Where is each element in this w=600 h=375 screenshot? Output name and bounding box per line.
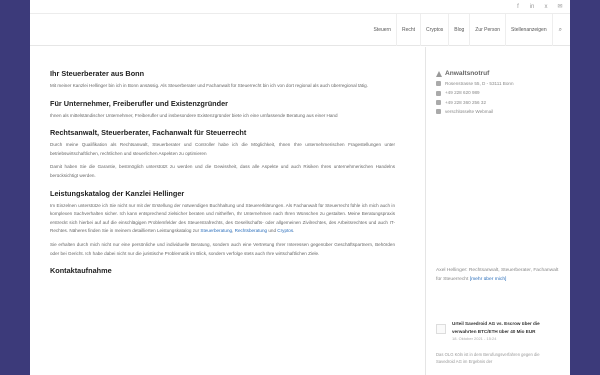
phone-text[interactable]: +49 228 620 989 — [445, 88, 480, 97]
main-content: Ihr Steuerberater aus Bonn Mit meiner Ka… — [50, 69, 395, 275]
lock-icon — [436, 109, 441, 115]
nav-item-blog[interactable]: Blog — [448, 13, 469, 46]
sidebar-news-item[interactable]: Urteil Savedroid AG vs. Escrow über die … — [436, 320, 564, 342]
top-bar: f in x ✉ — [30, 0, 570, 14]
link-cryptos[interactable]: Cryptos — [277, 228, 293, 233]
heading-kontaktaufnahme: Kontaktaufnahme — [50, 266, 112, 276]
webmail-row[interactable]: verschlüsselte Webmail — [436, 107, 564, 116]
nav-item-cryptos[interactable]: Cryptos — [420, 13, 448, 46]
nav-item-steuern[interactable]: Steuern — [368, 14, 396, 46]
sidebar-title: Anwaltsnotruf — [436, 69, 564, 79]
address-row: Rosenstrasse 55, D - 53111 Bonn — [436, 79, 564, 88]
paragraph-leistungen: Im Einzelnen unterstütze ich Sie nicht n… — [50, 202, 395, 236]
header: Steuern Recht Cryptos Blog Zur Person St… — [30, 13, 570, 46]
sidebar-bio: Axel Hellinger: Rechtsanwalt, Steuerbera… — [436, 266, 561, 285]
webmail-link[interactable]: verschlüsselte Webmail — [445, 107, 493, 116]
search-icon[interactable]: ⌕ — [551, 13, 562, 46]
phone-icon — [436, 90, 441, 96]
paragraph-dot: . — [293, 228, 295, 234]
news-thumbnail[interactable] — [436, 324, 446, 334]
news-date: 18. Oktober 2021 - 15:24 — [452, 336, 497, 342]
paragraph-vertretung: Sie erhalten durch mich nicht nur eine p… — [50, 241, 395, 256]
main-nav: Steuern Recht Cryptos Blog Zur Person St… — [368, 13, 562, 46]
link-mehr-ueber-mich[interactable]: [mehr über mich] — [470, 277, 507, 282]
column-divider — [425, 47, 426, 375]
heading-steuerberater-bonn: Ihr Steuerberater aus Bonn — [50, 69, 145, 78]
heading-unternehmer: Für Unternehmer, Freiberufler und Existe… — [50, 98, 228, 108]
fax-row: +49 228 360 256 32 — [436, 98, 564, 107]
paragraph-und: und — [267, 228, 278, 234]
paragraph-intro: Mit meiner Kanzlei Hellinger bin ich in … — [50, 83, 368, 88]
link-steuerberatung[interactable]: Steuerberatung — [200, 228, 232, 233]
content: Ihr Steuerberater aus Bonn Mit meiner Ka… — [30, 47, 570, 375]
phone-row[interactable]: +49 228 620 989 — [436, 88, 564, 97]
facebook-icon[interactable]: f — [514, 3, 522, 11]
paragraph-qualifikation: Durch meine Qualifikation als Rechtsanwa… — [50, 142, 395, 156]
heading-rechtsanwalt: Rechtsanwalt, Steuerberater, Fachanwalt … — [50, 128, 247, 138]
nav-item-recht[interactable]: Recht — [395, 13, 420, 46]
warning-icon — [436, 71, 442, 77]
home-icon — [436, 81, 441, 87]
address-text: Rosenstrasse 55, D - 53111 Bonn — [445, 81, 514, 86]
sidebar-contact: Anwaltsnotruf Rosenstrasse 55, D - 53111… — [436, 69, 564, 117]
paragraph-unternehmer: Ihnen als mittelständischer Unternehmer,… — [50, 112, 338, 118]
news-excerpt: Das OLG Köln ist in dem Berufungsverfahr… — [436, 352, 540, 364]
paragraph-garantie: Damit haben Sie die Garantie, bestmöglic… — [50, 164, 395, 178]
news-body: Urteil Savedroid AG vs. Escrow über die … — [452, 320, 564, 342]
mail-icon[interactable]: ✉ — [556, 3, 564, 11]
heading-leistungskatalog: Leistungskatalog der Kanzlei Hellinger — [50, 188, 185, 198]
news-title[interactable]: Urteil Savedroid AG vs. Escrow über die … — [452, 320, 564, 335]
nav-item-stellenanzeigen[interactable]: Stellenanzeigen — [505, 13, 552, 46]
link-rechtsberatung[interactable]: Rechtsberatung — [235, 228, 267, 233]
page: f in x ✉ Steuern Recht Cryptos Blog Zur … — [30, 0, 570, 375]
nav-item-zur-person[interactable]: Zur Person — [469, 13, 505, 46]
fax-text: +49 228 360 256 32 — [445, 99, 487, 105]
fax-icon — [436, 100, 441, 106]
linkedin-icon[interactable]: in — [528, 3, 536, 11]
xing-icon[interactable]: x — [542, 3, 550, 11]
sidebar-title-text: Anwaltsnotruf — [445, 70, 490, 77]
